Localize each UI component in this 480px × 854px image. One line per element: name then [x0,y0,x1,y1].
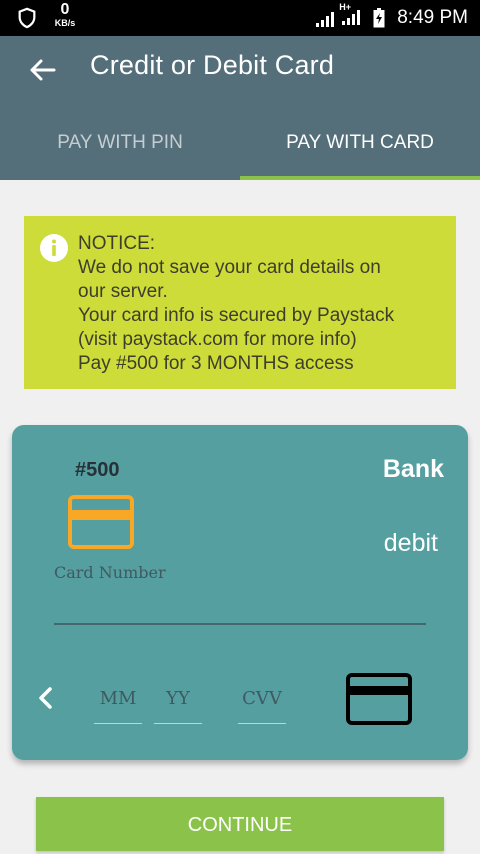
notice-line: We do not save your card details on [78,257,381,278]
signal-icon [316,12,335,27]
page-title: Credit or Debit Card [90,50,335,80]
speed-unit: KB/s [54,18,76,28]
expiry-month-input[interactable]: MM [94,688,142,709]
network-speed: 0 KB/s [50,2,80,28]
notice-line: NOTICE: [78,233,156,254]
battery-icon [373,8,385,28]
card-number-underline [54,623,426,625]
clock: 8:49 PM [397,7,468,28]
info-icon [40,234,68,262]
tab-pay-with-card[interactable]: PAY WITH CARD [240,132,480,154]
expiry-month-underline [94,723,142,724]
speed-value: 0 [60,1,70,18]
network-type: H+ [339,2,367,30]
notice-line: Your card info is secured by Paystack [78,305,395,326]
notice-banner: NOTICE: We do not save your card details… [24,216,456,389]
expiry-year-input[interactable]: YY [154,688,202,709]
amount-label: #500 [75,459,120,481]
notice-line: (visit paystack.com for more info) [78,329,357,350]
chevron-left-icon[interactable] [34,683,58,713]
arrow-left-icon[interactable] [26,54,58,86]
tab-pay-with-pin[interactable]: PAY WITH PIN [0,132,240,154]
tab-indicator [240,176,480,180]
cvv-input[interactable]: CVV [238,688,286,709]
credit-card-icon [346,673,412,725]
bank-label: Bank [382,455,444,483]
card-form: #500 Bank debit Card Number MM YY CVV [12,425,468,760]
expiry-year-underline [154,723,202,724]
cvv-underline [238,723,286,724]
card-number-input[interactable]: Card Number [54,563,166,582]
notice-line: our server. [78,281,168,302]
network-type-label: H+ [339,1,351,12]
app-bar: Credit or Debit Card PAY WITH PIN PAY WI… [0,36,480,180]
notice-line: Pay #500 for 3 MONTHS access [78,353,354,374]
continue-button[interactable]: CONTINUE [36,797,444,851]
credit-card-icon [68,495,134,549]
shield-icon [18,7,36,29]
card-type-label: debit [383,529,438,557]
status-bar: 0 KB/s H+ 8:49 PM [0,0,480,36]
notice-text: NOTICE: We do not save your card details… [78,232,448,376]
